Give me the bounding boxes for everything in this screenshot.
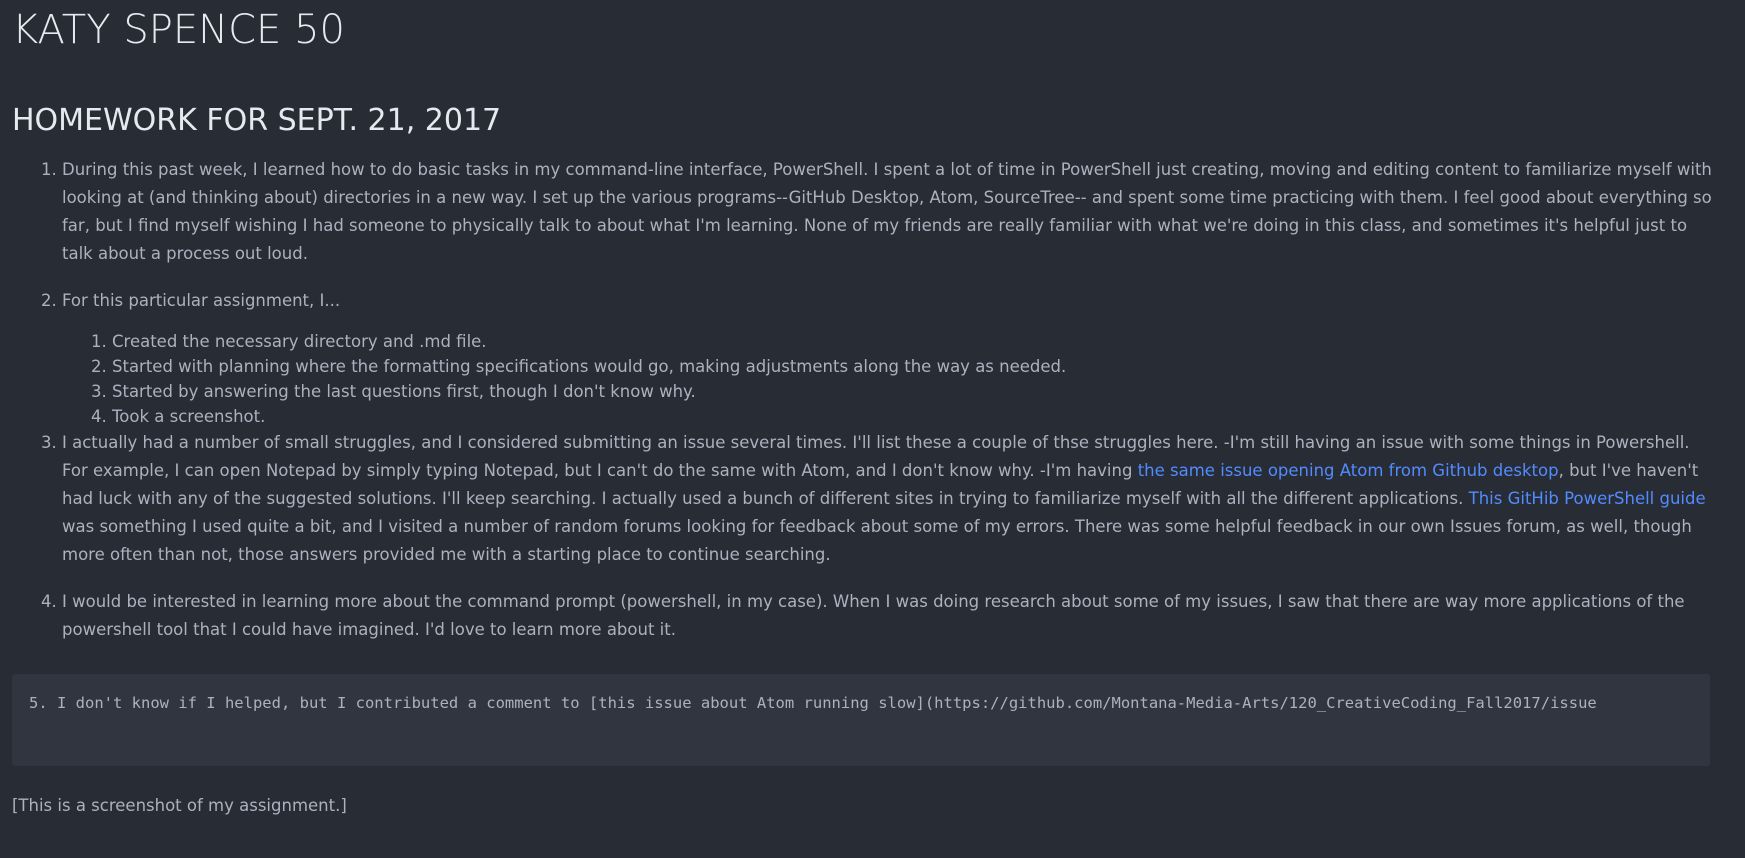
- list-item-2: For this particular assignment, I... Cre…: [62, 287, 1712, 429]
- powershell-guide-link[interactable]: This GitHib PowerShell guide: [1469, 489, 1706, 508]
- list-item-1: During this past week, I learned how to …: [62, 156, 1712, 268]
- sub-list-item: Took a screenshot.: [112, 404, 1712, 429]
- code-block: 5. I don't know if I helped, but I contr…: [12, 674, 1710, 766]
- list-item-4: I would be interested in learning more a…: [62, 588, 1712, 644]
- atom-github-issue-link[interactable]: the same issue opening Atom from Github …: [1138, 461, 1559, 480]
- list-item-text: was something I used quite a bit, and I …: [62, 517, 1692, 564]
- sub-list-item: Started with planning where the formatti…: [112, 354, 1712, 379]
- list-item-text: During this past week, I learned how to …: [62, 160, 1712, 263]
- section-heading: HOMEWORK FOR SEPT. 21, 2017: [12, 103, 502, 138]
- list-item-text: I would be interested in learning more a…: [62, 592, 1685, 639]
- page-title: KATY SPENCE 50: [12, 7, 345, 53]
- homework-list: During this past week, I learned how to …: [12, 156, 1712, 644]
- sub-list-item: Started by answering the last questions …: [112, 379, 1712, 404]
- sub-list-item: Created the necessary directory and .md …: [112, 329, 1712, 354]
- list-item-text: For this particular assignment, I...: [62, 291, 341, 310]
- sub-list: Created the necessary directory and .md …: [62, 329, 1712, 429]
- list-item-3: I actually had a number of small struggl…: [62, 429, 1712, 569]
- screenshot-caption: [This is a screenshot of my assignment.]: [12, 796, 347, 815]
